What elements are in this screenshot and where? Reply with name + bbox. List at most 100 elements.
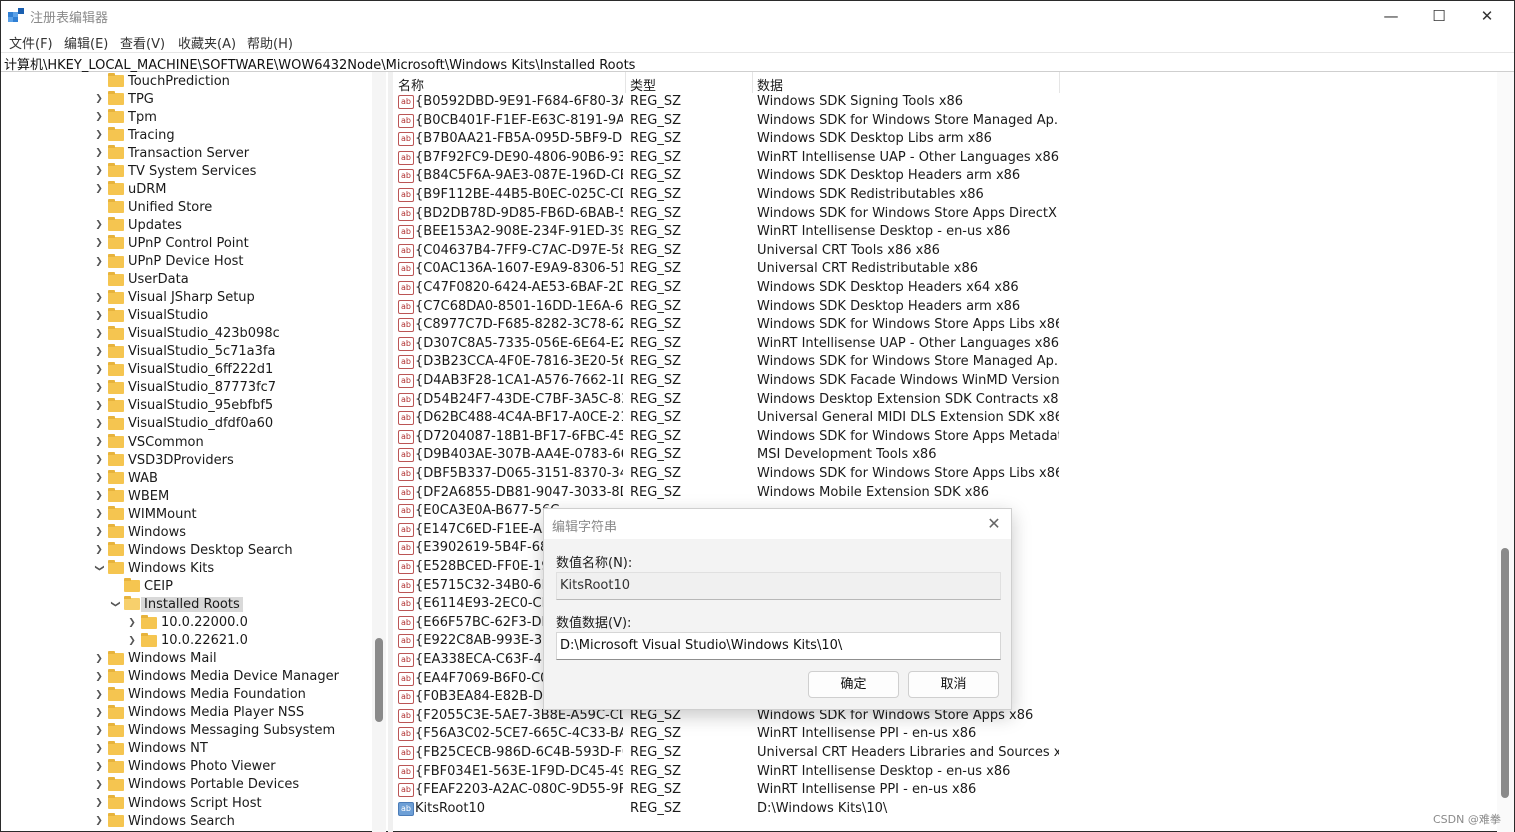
tree-node[interactable]: ❯ VSD3DProviders [93,451,234,469]
chevron-right-icon[interactable]: ❯ [93,361,105,379]
tree-node[interactable]: ❯ uDRM [93,180,167,198]
tree-node[interactable]: ❯ 10.0.22000.0 [126,614,248,632]
value-row[interactable]: ab {DF2A6855-DB81-9047-3033-8D... REG_SZ Wi… [393,484,1497,503]
list-scrollbar[interactable] [1497,72,1514,832]
tree-node[interactable]: ❯ WAB [93,469,158,487]
value-row[interactable]: ab {C0AC136A-1607-E9A9-8306-51... REG_SZ Un… [393,260,1497,279]
chevron-right-icon[interactable]: ❯ [93,469,105,487]
tree-node[interactable]: ❯ Transaction Server [93,144,249,162]
value-row[interactable]: ab {D4AB3F28-1CA1-A576-7662-1D... REG_SZ Wi… [393,372,1497,391]
tree-node[interactable]: ❯ Windows Script Host [93,794,262,812]
tree-node[interactable]: ❯ Installed Roots [109,595,243,613]
tree-node[interactable]: Unified Store [93,198,212,216]
chevron-right-icon[interactable]: ❯ [93,90,105,108]
chevron-right-icon[interactable]: ❯ [93,505,105,523]
tree-node[interactable]: ❯ TPG [93,90,154,108]
tree-node[interactable]: ❯ Tracing [93,126,175,144]
close-button[interactable]: ✕ [1463,1,1511,31]
chevron-right-icon[interactable]: ❯ [93,343,105,361]
address-path[interactable]: 计算机\HKEY_LOCAL_MACHINE\SOFTWARE\WOW6432N… [4,54,635,73]
tree-node[interactable]: ❯ 10.0.22621.0 [126,632,248,650]
chevron-right-icon[interactable]: ❯ [93,686,105,704]
cancel-button[interactable]: 取消 [908,671,999,698]
minimize-button[interactable]: — [1367,1,1415,31]
column-divider[interactable] [752,72,753,93]
chevron-down-icon[interactable]: ❯ [90,562,108,574]
tree-node[interactable]: ❯ Windows Messaging Subsystem [93,722,335,740]
value-row[interactable]: ab {D54B24F7-43DE-C7BF-3A5C-83... REG_SZ Wi… [393,391,1497,410]
value-row[interactable]: ab{FBF034E1-563E-1F9D-DC45-491... REG_SZ W… [393,763,1497,782]
column-divider[interactable] [1059,72,1060,93]
chevron-right-icon[interactable]: ❯ [93,433,105,451]
value-row[interactable]: ab{C47F0820-6424-AE53-6BAF-2D4... REG_SZ W… [393,279,1497,298]
chevron-down-icon[interactable]: ❯ [106,598,124,610]
chevron-right-icon[interactable]: ❯ [93,650,105,668]
chevron-right-icon[interactable]: ❯ [93,289,105,307]
chevron-right-icon[interactable]: ❯ [93,794,105,812]
tree-node[interactable]: ❯ VisualStudio_95ebfbf5 [93,397,273,415]
chevron-right-icon[interactable]: ❯ [93,162,105,180]
menu-file[interactable]: 文件(F) [9,33,53,52]
tree-node[interactable]: ❯ Windows Portable Devices [93,776,299,794]
chevron-right-icon[interactable]: ❯ [93,216,105,234]
chevron-right-icon[interactable]: ❯ [93,180,105,198]
value-row[interactable]: ab {D62BC488-4C4A-BF17-A0CE-21... REG_SZ Un… [393,409,1497,428]
chevron-right-icon[interactable]: ❯ [93,523,105,541]
chevron-right-icon[interactable]: ❯ [93,325,105,343]
tree-node[interactable]: ❯ WIMMount [93,505,197,523]
value-row[interactable]: ab{D307C8A5-7335-056E-6E64-E28... REG_SZ W… [393,335,1497,354]
tree-node[interactable]: ❯ VSCommon [93,433,204,451]
menu-help[interactable]: 帮助(H) [247,33,293,52]
chevron-right-icon[interactable]: ❯ [126,632,138,650]
tree-node[interactable]: ❯ Windows Kits [93,559,214,577]
column-divider[interactable] [625,72,626,93]
value-row[interactable]: ab {D9B403AE-307B-AA4E-0783-66... REG_SZ MS… [393,446,1497,465]
tree-node[interactable]: ❯ Windows Mail [93,650,217,668]
column-header-name[interactable]: 名称 [398,75,424,94]
tree-node[interactable]: ❯ Windows Desktop Search [93,541,293,559]
tree-scrollbar-thumb[interactable] [375,638,383,722]
menu-favorites[interactable]: 收藏夹(A) [178,33,236,52]
tree-node[interactable]: ❯ UPnP Control Point [93,234,249,252]
list-scrollbar-thumb[interactable] [1501,548,1509,798]
tree-node[interactable]: ❯ Windows Media Player NSS [93,704,304,722]
tree-node[interactable]: ❯ VisualStudio_6ff222d1 [93,361,273,379]
tree-node[interactable]: ❯ Windows NT [93,740,208,758]
tree-node[interactable]: CEIP [109,577,173,595]
chevron-right-icon[interactable]: ❯ [93,722,105,740]
value-row[interactable]: ab {B7F92FC9-DE90-4806-90B6-93F... REG_SZ W… [393,149,1497,168]
value-row[interactable]: ab {B9F112BE-44B5-B0EC-025C-CD... REG_SZ Wi… [393,186,1497,205]
tree-node[interactable]: ❯ UPnP Device Host [93,253,244,271]
chevron-right-icon[interactable]: ❯ [93,668,105,686]
value-row[interactable]: ab {B0592DBD-9E91-F684-6F80-3A... REG_SZ Wi… [393,93,1497,112]
value-row[interactable]: ab {C7C68DA0-8501-16DD-1E6A-6C... REG_SZ Wi… [393,298,1497,317]
tree-node[interactable]: ❯ Windows Media Device Manager [93,668,339,686]
chevron-right-icon[interactable]: ❯ [93,397,105,415]
address-bar[interactable]: 计算机\HKEY_LOCAL_MACHINE\SOFTWARE\WOW6432N… [1,52,1514,73]
chevron-right-icon[interactable]: ❯ [93,379,105,397]
chevron-right-icon[interactable]: ❯ [93,307,105,325]
chevron-right-icon[interactable]: ❯ [93,234,105,252]
value-row[interactable]: ab{D7204087-18B1-BF17-6FBC-450... REG_SZ W… [393,428,1497,447]
chevron-right-icon[interactable]: ❯ [93,740,105,758]
value-row[interactable]: ab {F56A3C02-5CE7-665C-4C33-BA... REG_SZ Wi… [393,725,1497,744]
chevron-right-icon[interactable]: ❯ [93,253,105,271]
value-row[interactable]: ab {C04637B4-7FF9-C7AC-D97E-58F... REG_SZ U… [393,242,1497,261]
maximize-button[interactable]: ☐ [1415,1,1463,31]
tree-node[interactable]: ❯ Windows Search [93,812,235,830]
value-data-input[interactable]: D:\Microsoft Visual Studio\Windows Kits\… [556,632,1001,660]
value-row[interactable]: ab {B0CB401F-F1EF-E63C-8191-9A4... REG_SZ W… [393,112,1497,131]
value-row[interactable]: ab {BD2DB78D-9D85-FB6D-6BAB-5... REG_SZ Win… [393,205,1497,224]
value-row[interactable]: ab {B84C5F6A-9AE3-087E-196D-CE... REG_SZ Wi… [393,167,1497,186]
tree-node[interactable]: ❯ VisualStudio_423b098c [93,325,280,343]
ok-button[interactable]: 确定 [808,671,899,698]
chevron-right-icon[interactable]: ❯ [93,812,105,830]
chevron-right-icon[interactable]: ❯ [126,614,138,632]
chevron-right-icon[interactable]: ❯ [93,758,105,776]
value-row[interactable]: ab {FB25CECB-986D-6C4B-593D-F0... REG_SZ Un… [393,744,1497,763]
chevron-right-icon[interactable]: ❯ [93,541,105,559]
value-row[interactable]: ab{DBF5B337-D065-3151-8370-344... REG_SZ W… [393,465,1497,484]
tree-node[interactable]: ❯ Windows Photo Viewer [93,758,276,776]
tree-node[interactable]: ❯ Tpm [93,108,157,126]
tree-node[interactable]: ❯ WBEM [93,487,169,505]
